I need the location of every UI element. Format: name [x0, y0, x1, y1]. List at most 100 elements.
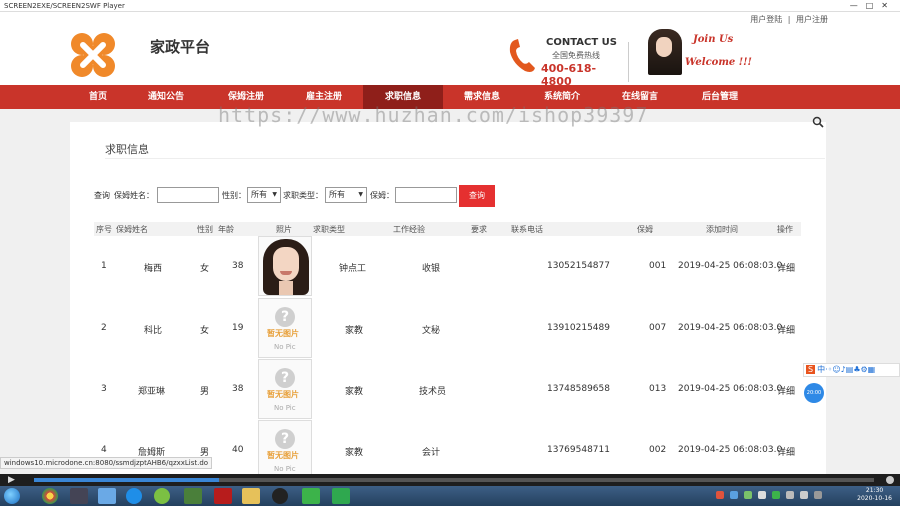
cell-phone: 13910215489 — [547, 323, 610, 333]
cell-name: 郑亚琳 — [138, 387, 166, 397]
filter-type-label: 求职类型： — [283, 191, 323, 200]
nav-notices[interactable]: 通知公告 — [138, 85, 194, 109]
cell-no: 1 — [101, 261, 107, 271]
float-bubble[interactable]: 20:00 — [804, 383, 824, 403]
status-url: windows10.microdone.cn:8080/ssmdjzptAHB6… — [0, 457, 213, 469]
qq-icon[interactable] — [272, 488, 288, 504]
th-req: 要求 — [471, 225, 487, 234]
filter-no-label: 保姆： — [370, 191, 394, 200]
cell-no: 4 — [101, 445, 107, 455]
start-button-icon[interactable] — [4, 488, 20, 504]
table-header: 序号 保姆姓名 性别 年龄 照片 求职类型 工作经验 要求 联系电话 保姆 添加… — [94, 222, 801, 236]
tray-icon[interactable] — [786, 491, 794, 499]
taskbar-clock[interactable]: 21:30 2020-10-16 — [857, 487, 892, 503]
flash-icon[interactable] — [214, 488, 232, 504]
cell-phone: 13769548711 — [547, 445, 610, 455]
gender-select[interactable]: 所有 — [247, 187, 281, 203]
filter-query-label: 查询 — [94, 191, 110, 200]
nanny-name-input[interactable] — [157, 187, 219, 203]
th-op: 操作 — [777, 225, 793, 234]
editor-icon[interactable] — [184, 488, 202, 504]
player-scrubber[interactable]: ▶ — [0, 474, 900, 486]
window-title: SCREEN2EXE/SCREEN2SWF Player — [4, 2, 125, 10]
cell-time: 2019-04-25 06:08:03.0 — [678, 445, 783, 455]
th-exp: 工作经验 — [393, 225, 425, 234]
leaf-app-icon[interactable] — [154, 488, 170, 504]
cell-code: 002 — [649, 445, 667, 455]
logo-x-icon[interactable] — [70, 32, 116, 78]
window-controls[interactable]: —□✕ — [850, 0, 896, 12]
cell-code: 013 — [649, 384, 667, 394]
cell-name: 梅西 — [144, 264, 163, 274]
play-icon[interactable]: ▶ — [8, 475, 15, 485]
detail-link[interactable]: 详细 — [777, 261, 795, 274]
th-name: 保姆姓名 — [116, 225, 148, 234]
search-icon[interactable] — [812, 116, 824, 128]
chrome-icon[interactable] — [42, 488, 58, 504]
query-button[interactable]: 查询 — [459, 185, 495, 207]
ime-toolbar[interactable]: S 中·◦☺♪▤♣⚙▦ — [803, 363, 900, 377]
register-link[interactable]: 用户注册 — [796, 15, 828, 24]
tray-icon[interactable] — [814, 491, 822, 499]
contact-title: CONTACT US — [546, 37, 617, 48]
cell-type: 家教 — [345, 387, 364, 397]
phone-icon — [509, 39, 535, 72]
window-titlebar: SCREEN2EXE/SCREEN2SWF Player —□✕ — [0, 0, 900, 12]
cell-time: 2019-04-25 06:08:03.0 — [678, 323, 783, 333]
tray-icon[interactable] — [772, 491, 780, 499]
th-no: 序号 — [96, 225, 112, 234]
site-header: 用户登陆 | 用户注册 家政平台 CONTACT US 全国免费热线 400-6… — [0, 12, 900, 88]
folder-icon[interactable] — [242, 488, 260, 504]
nanny-no-input[interactable] — [395, 187, 457, 203]
scrub-progress — [34, 478, 219, 482]
cell-phone: 13052154877 — [547, 261, 610, 271]
clock-date: 2020-10-16 — [857, 495, 892, 502]
tray-icon[interactable] — [800, 491, 808, 499]
tray-icon[interactable] — [716, 491, 724, 499]
tray-icon[interactable] — [744, 491, 752, 499]
watermark: https://www.huzhan.com/ishop39397 — [218, 103, 649, 127]
tray-icon[interactable] — [730, 491, 738, 499]
top-links: 用户登陆 | 用户注册 — [750, 14, 828, 25]
app-window: SCREEN2EXE/SCREEN2SWF Player —□✕ 用户登陆 | … — [0, 0, 900, 506]
th-age: 年龄 — [218, 225, 234, 234]
cell-age: 38 — [232, 384, 244, 394]
cell-gender: 女 — [200, 264, 210, 274]
top-links-separator: | — [787, 15, 791, 24]
no-photo-placeholder: ? 暂无图片 No Pic — [258, 298, 312, 358]
clock-time: 21:30 — [865, 487, 884, 494]
cell-time: 2019-04-25 06:08:03.0 — [678, 261, 783, 271]
cell-age: 19 — [232, 323, 244, 333]
filter-gender-label: 性别： — [222, 191, 246, 200]
cell-name: 科比 — [144, 326, 163, 336]
detail-link[interactable]: 详细 — [777, 445, 795, 458]
volume-icon[interactable] — [886, 476, 894, 484]
contact-subtitle: 全国免费热线 — [552, 51, 600, 60]
detail-link[interactable]: 详细 — [777, 384, 795, 397]
ime-logo: S — [806, 365, 816, 374]
th-gender: 性别 — [197, 225, 213, 234]
contact-block: CONTACT US 全国免费热线 400-618-4800 — [505, 34, 625, 88]
taskview-icon[interactable] — [70, 488, 88, 504]
nav-home[interactable]: 首页 — [76, 85, 120, 109]
cell-age: 40 — [232, 445, 244, 455]
no-pic-cn: 暂无图片 — [267, 329, 299, 338]
cell-exp: 收银 — [422, 264, 441, 274]
title-divider — [105, 158, 825, 159]
cell-exp: 技术员 — [419, 387, 447, 397]
network-app-icon[interactable] — [98, 488, 116, 504]
qq-browser-icon[interactable] — [126, 488, 142, 504]
page-title: 求职信息 — [105, 143, 149, 156]
no-pic-en: No Pic — [274, 343, 296, 351]
detail-link[interactable]: 详细 — [777, 323, 795, 336]
job-type-select[interactable]: 所有 — [325, 187, 367, 203]
wechat-icon[interactable] — [302, 488, 320, 504]
recorder-icon[interactable] — [332, 488, 350, 504]
table-row: 2 科比 女 19 ? 暂无图片 No Pic 家教 文秘 1391021548… — [94, 297, 801, 358]
tray-icon[interactable] — [758, 491, 766, 499]
nav-admin[interactable]: 后台管理 — [692, 85, 748, 109]
table-row: 1 梅西 女 38 钟点工 收银 13052154877 001 2019-04… — [94, 235, 801, 296]
cell-time: 2019-04-25 06:08:03.0 — [678, 384, 783, 394]
no-photo-placeholder: ? 暂无图片 No Pic — [258, 359, 312, 419]
login-link[interactable]: 用户登陆 — [750, 15, 782, 24]
